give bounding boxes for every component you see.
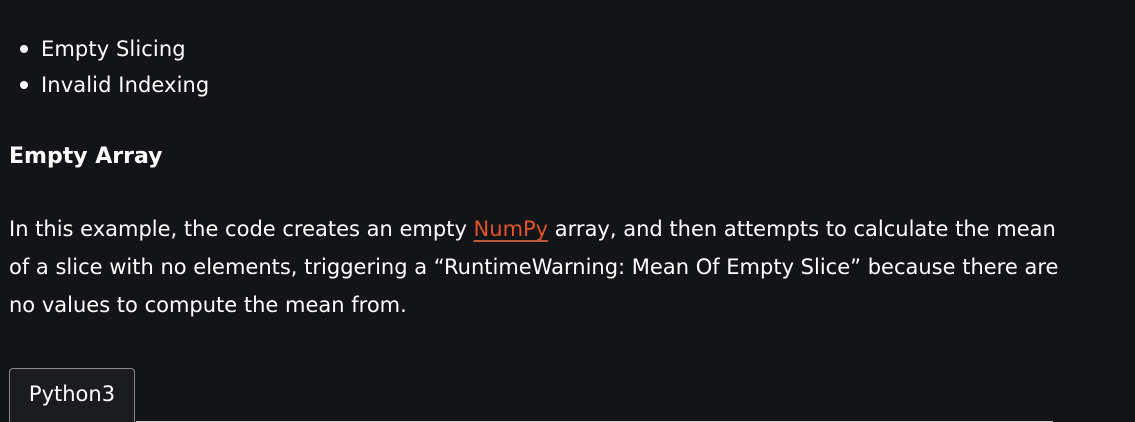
list-item: Invalid Indexing — [0, 67, 209, 103]
bullet-icon — [20, 81, 28, 89]
paragraph: In this example, the code creates an emp… — [9, 210, 1059, 324]
list-item: Empty Slicing — [0, 31, 209, 67]
list-item-label: Empty Slicing — [41, 37, 186, 61]
tab-python3[interactable]: Python3 — [9, 368, 135, 422]
paragraph-text: In this example, the code creates an emp… — [9, 217, 474, 241]
bullet-list: Empty Slicing Invalid Indexing — [0, 31, 209, 103]
list-item-label: Invalid Indexing — [41, 73, 210, 97]
bullet-icon — [20, 45, 28, 53]
article-content: Empty Slicing Invalid Indexing Empty Arr… — [0, 0, 1135, 422]
numpy-link[interactable]: NumPy — [474, 217, 549, 241]
section-heading: Empty Array — [9, 144, 163, 169]
code-tab-strip: Python3 — [9, 368, 1053, 422]
